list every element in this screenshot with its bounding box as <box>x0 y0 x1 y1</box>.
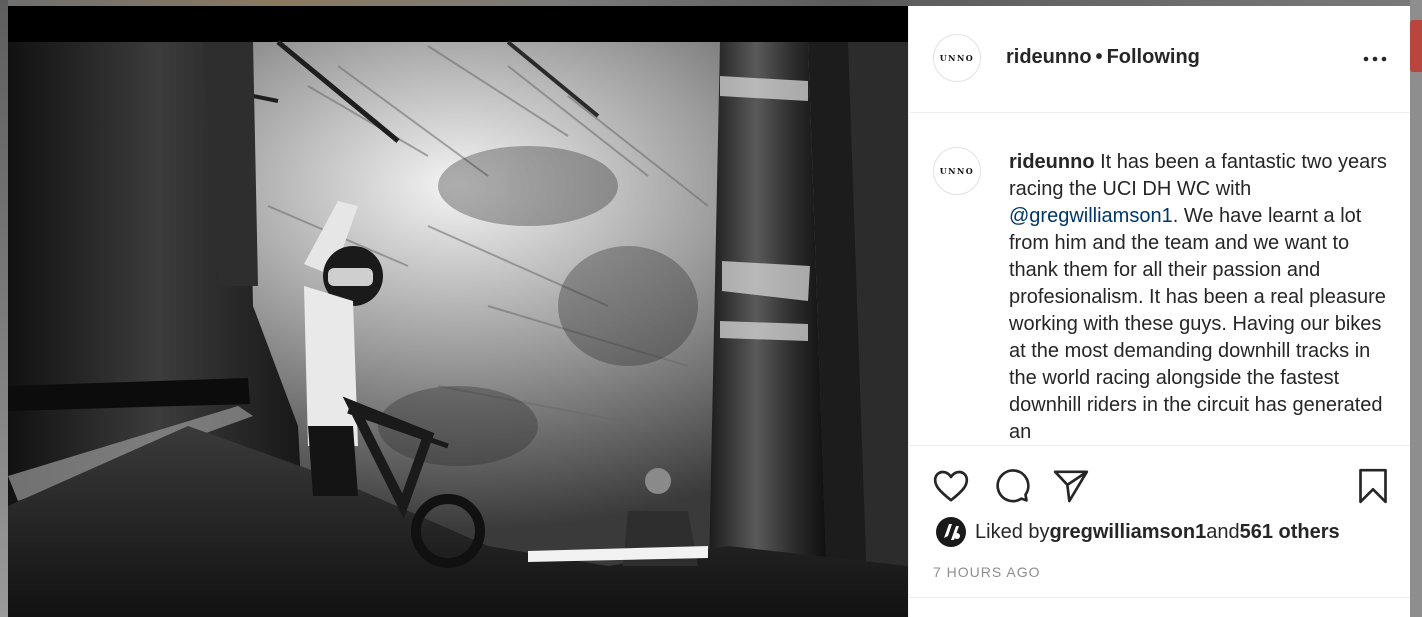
post-side-panel: UNNO rideunno • Following UNNO rideunno It… <box>908 6 1410 617</box>
post-caption: rideunno It has been a fantastic two yea… <box>1009 149 1394 445</box>
post-timestamp[interactable]: 7 HOURS AGO <box>933 564 1040 580</box>
caption-author-avatar[interactable]: UNNO <box>933 147 981 195</box>
comment-bubble-icon[interactable] <box>991 466 1031 506</box>
comments-area[interactable]: UNNO rideunno It has been a fantastic tw… <box>909 113 1410 445</box>
liked-by-username[interactable]: gregwilliamson1 <box>1050 521 1207 544</box>
background-red-tab <box>1410 20 1422 72</box>
author-avatar[interactable]: UNNO <box>933 34 981 82</box>
avatar-logo-text: UNNO <box>939 166 975 176</box>
post-photo[interactable] <box>8 6 908 617</box>
post-actions-section: Liked by gregwilliamson1 and 561 others … <box>909 445 1410 617</box>
more-options-icon[interactable] <box>1361 50 1389 68</box>
post-modal: UNNO rideunno • Following UNNO rideunno It… <box>8 6 1410 617</box>
background-page-right <box>1410 0 1422 617</box>
caption-username[interactable]: rideunno <box>1009 151 1095 173</box>
follow-button[interactable]: Following <box>1107 46 1200 68</box>
caption-mention-link[interactable]: @gregwilliamson1 <box>1009 205 1173 227</box>
caption-text-part2: . We have learnt a lot from him and the … <box>1009 205 1386 443</box>
avatar-logo-text: UNNO <box>939 53 975 63</box>
liker-avatar[interactable] <box>935 516 967 548</box>
bookmark-icon[interactable] <box>1353 466 1393 506</box>
paper-plane-icon[interactable] <box>1051 466 1091 506</box>
photo-illustration <box>8 6 908 617</box>
add-comment-divider <box>909 597 1410 598</box>
likes-count[interactable]: 561 others <box>1240 521 1340 544</box>
likes-and: and <box>1206 520 1240 543</box>
post-header: UNNO rideunno • Following <box>909 6 1410 113</box>
author-line: rideunno • Following <box>1006 46 1200 69</box>
heart-icon[interactable] <box>931 466 971 506</box>
author-username[interactable]: rideunno <box>1006 46 1092 68</box>
likes-prefix: Liked by <box>975 520 1050 543</box>
background-page-left <box>0 0 8 617</box>
separator-dot: • <box>1095 46 1103 68</box>
likes-summary: Liked by gregwilliamson1 and 561 others <box>935 516 1340 548</box>
